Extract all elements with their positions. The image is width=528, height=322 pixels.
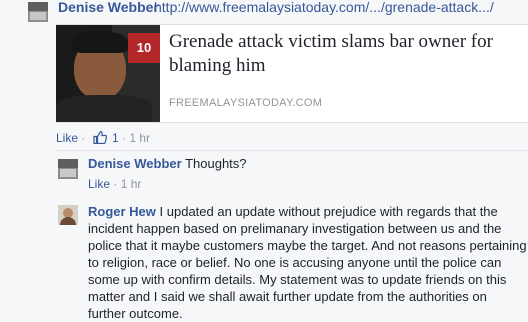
comment-author-avatar[interactable] — [58, 159, 78, 179]
post-like-count[interactable]: 1 — [112, 131, 119, 145]
comment-text: Thoughts? — [185, 156, 247, 171]
link-card-title[interactable]: Grenade attack victim slams bar owner fo… — [169, 30, 519, 78]
comment-item: Roger Hew I updated an update without pr… — [56, 203, 528, 321]
link-thumbnail-image[interactable]: 10 — [56, 25, 160, 122]
avatar-body — [60, 217, 76, 225]
thumbnail-hair — [72, 31, 128, 53]
post-shared-url[interactable]: http://www.freemalaysiatoday.com/.../gre… — [154, 0, 494, 15]
avatar-shade-top — [58, 159, 78, 168]
avatar-shade-bottom — [30, 12, 46, 20]
comment-actions: Like · 1 hr — [88, 177, 141, 191]
separator-dot: · — [122, 130, 127, 145]
comment-body: Denise Webber Thoughts? — [88, 155, 528, 172]
comment-text: I updated an update without prejudice wi… — [88, 204, 527, 321]
avatar-shade-bottom — [60, 169, 76, 177]
link-card-domain: FREEMALAYSIATODAY.COM — [169, 97, 323, 109]
post-like-button[interactable]: Like — [56, 131, 78, 145]
comment-author-avatar[interactable] — [58, 205, 78, 225]
thumbs-up-icon[interactable] — [93, 131, 107, 145]
thumbnail-shirt — [56, 95, 152, 122]
comment-timestamp[interactable]: 1 hr — [121, 177, 142, 191]
link-preview-card[interactable]: 10 Grenade attack victim slams bar owner… — [56, 24, 528, 123]
comments-divider — [56, 150, 528, 151]
comment-like-button[interactable]: Like — [88, 177, 110, 191]
post-author-avatar[interactable] — [28, 2, 48, 22]
comment-author-name[interactable]: Roger Hew — [88, 204, 156, 219]
comment-body: Roger Hew I updated an update without pr… — [88, 203, 528, 322]
post-actions-bar: Like · 1 · 1 hr — [56, 130, 150, 146]
separator-dot: · — [113, 177, 118, 191]
post-author-name[interactable]: Denise Webber — [58, 0, 159, 15]
post-timestamp[interactable]: 1 hr — [129, 131, 150, 145]
post-header: Denise Webber http://www.freemalaysiatod… — [0, 0, 528, 22]
avatar-shade-top — [28, 2, 48, 11]
separator-dot: · — [81, 130, 86, 145]
facebook-post-thread: Denise Webber http://www.freemalaysiatod… — [0, 0, 528, 321]
comment-author-name[interactable]: Denise Webber — [88, 156, 182, 171]
thumbnail-sign: 10 — [128, 33, 160, 63]
comment-item: Denise Webber Thoughts? Like · 1 hr — [56, 155, 528, 195]
